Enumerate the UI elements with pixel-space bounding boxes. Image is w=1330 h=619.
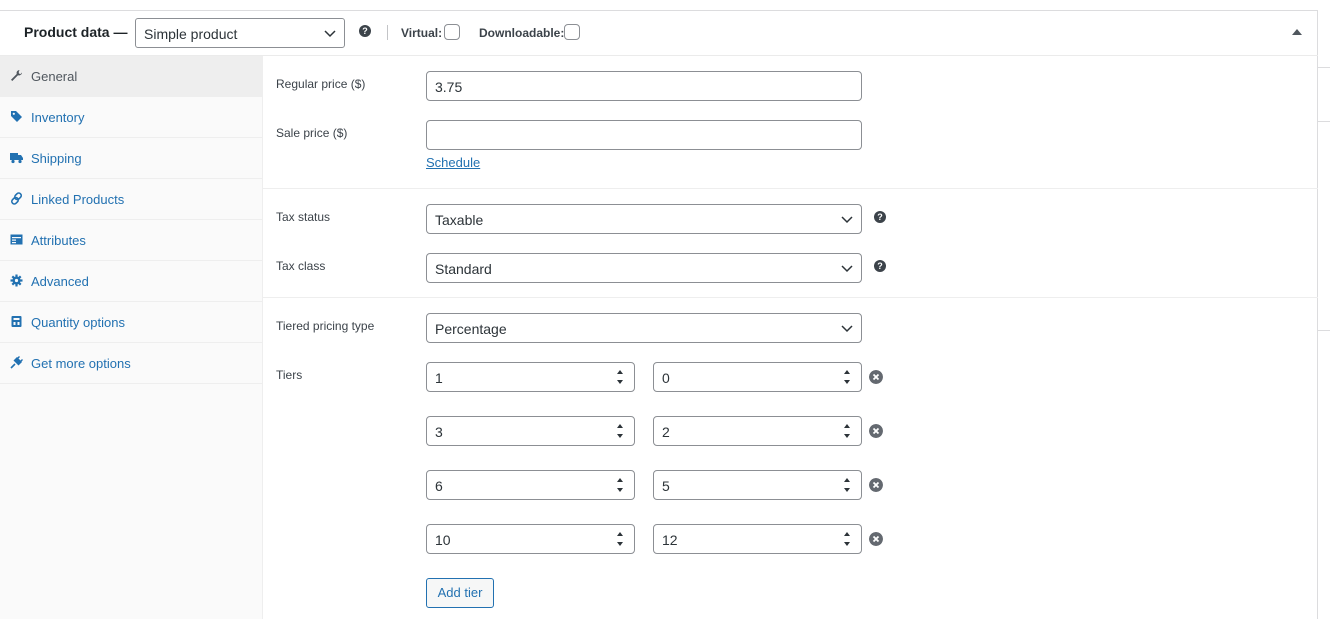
tier-quantity-input[interactable]: 6	[426, 470, 635, 500]
tier-discount-input[interactable]: 2	[653, 416, 862, 446]
tier-quantity-value: 10	[435, 532, 451, 548]
regular-price-value: 3.75	[435, 79, 463, 95]
add-tier-button[interactable]: Add tier	[426, 578, 494, 608]
wrench-icon	[11, 70, 22, 81]
spinner-arrows-icon[interactable]	[841, 366, 853, 388]
collapse-arrow-icon[interactable]	[1292, 29, 1302, 35]
tier-discount-value: 2	[662, 424, 670, 440]
tax-status-select[interactable]: Taxable	[426, 204, 862, 234]
tab-advanced[interactable]: Advanced	[0, 261, 263, 302]
tab-linked-products-label: Linked Products	[31, 192, 125, 207]
tier-quantity-value: 3	[435, 424, 443, 440]
spinner-arrows-icon[interactable]	[614, 366, 626, 388]
tier-quantity-input[interactable]: 1	[426, 362, 635, 392]
tab-shipping-label: Shipping	[31, 151, 82, 166]
tag-icon	[11, 111, 22, 122]
tab-inventory-label: Inventory	[31, 110, 85, 125]
downloadable-label: Downloadable:	[479, 26, 565, 40]
product-data-header: Product data — Simple product ? Virtual:…	[0, 11, 1318, 56]
tab-get-more-options-label: Get more options	[31, 356, 131, 371]
tier-quantity-input[interactable]: 3	[426, 416, 635, 446]
tier-quantity-value: 6	[435, 478, 443, 494]
section-divider	[263, 188, 1318, 189]
downloadable-checkbox[interactable]	[564, 24, 580, 40]
regular-price-input[interactable]: 3.75	[426, 71, 862, 101]
tab-general-label: General	[31, 69, 78, 84]
virtual-checkbox[interactable]	[444, 24, 460, 40]
tax-class-select[interactable]: Standard	[426, 253, 862, 283]
tier-discount-value: 0	[662, 370, 670, 386]
tiered-pricing-type-value: Percentage	[435, 321, 507, 337]
virtual-label: Virtual:	[401, 26, 443, 40]
tab-shipping[interactable]: Shipping	[0, 138, 263, 179]
box-icon	[11, 316, 22, 327]
remove-tier-icon[interactable]	[869, 532, 883, 546]
product-type-select[interactable]: Simple product	[135, 18, 345, 48]
table-icon	[10, 234, 23, 245]
tab-quantity-options[interactable]: Quantity options	[0, 302, 263, 343]
tab-linked-products[interactable]: Linked Products	[0, 179, 263, 220]
tax-class-label: Tax class	[276, 259, 326, 273]
remove-tier-icon[interactable]	[869, 478, 883, 492]
tax-class-help-icon[interactable]: ?	[874, 260, 886, 272]
product-data-panel: Product data — Simple product ? Virtual:…	[0, 10, 1318, 619]
remove-tier-icon[interactable]	[869, 424, 883, 438]
tab-attributes-label: Attributes	[31, 233, 86, 248]
link-icon	[10, 192, 23, 205]
tab-general[interactable]: General	[0, 56, 263, 97]
help-icon[interactable]: ?	[359, 25, 371, 37]
sale-price-input[interactable]	[426, 120, 862, 150]
tier-discount-value: 5	[662, 478, 670, 494]
tax-status-help-icon[interactable]: ?	[874, 211, 886, 223]
tax-status-label: Tax status	[276, 210, 331, 224]
tier-discount-input[interactable]: 12	[653, 524, 862, 554]
tier-discount-input[interactable]: 5	[653, 470, 862, 500]
header-separator	[387, 25, 388, 40]
product-type-value: Simple product	[144, 26, 238, 42]
spinner-arrows-icon[interactable]	[841, 420, 853, 442]
tier-discount-value: 12	[662, 532, 678, 548]
spinner-arrows-icon[interactable]	[614, 420, 626, 442]
tier-quantity-input[interactable]: 10	[426, 524, 635, 554]
chevron-down-icon	[841, 325, 853, 333]
remove-tier-icon[interactable]	[869, 370, 883, 384]
tiered-pricing-type-label: Tiered pricing type	[276, 319, 375, 333]
outer-divider	[1318, 67, 1330, 68]
product-data-title: Product data —	[24, 24, 128, 40]
tiered-pricing-type-select[interactable]: Percentage	[426, 313, 862, 343]
outer-divider	[1318, 330, 1330, 331]
plugin-icon	[10, 356, 23, 369]
tab-attributes[interactable]: Attributes	[0, 220, 263, 261]
tax-status-value: Taxable	[435, 212, 484, 228]
truck-icon	[10, 153, 23, 164]
sale-price-label: Sale price ($)	[276, 126, 348, 140]
spinner-arrows-icon[interactable]	[841, 528, 853, 550]
tax-class-value: Standard	[435, 261, 492, 277]
tiers-label: Tiers	[276, 368, 303, 382]
chevron-down-icon	[841, 265, 853, 273]
tier-discount-input[interactable]: 0	[653, 362, 862, 392]
tier-quantity-value: 1	[435, 370, 443, 386]
tab-quantity-options-label: Quantity options	[31, 315, 125, 330]
product-data-tabs: General Inventory Shipping Linked Produc…	[0, 56, 263, 619]
spinner-arrows-icon[interactable]	[614, 474, 626, 496]
gear-icon	[10, 274, 23, 287]
section-divider	[263, 297, 1318, 298]
chevron-down-icon	[324, 30, 336, 38]
outer-divider	[1318, 121, 1330, 122]
spinner-arrows-icon[interactable]	[841, 474, 853, 496]
regular-price-label: Regular price ($)	[276, 77, 366, 91]
schedule-link[interactable]: Schedule	[426, 155, 480, 170]
tab-advanced-label: Advanced	[31, 274, 89, 289]
tab-get-more-options[interactable]: Get more options	[0, 343, 263, 384]
spinner-arrows-icon[interactable]	[614, 528, 626, 550]
tab-inventory[interactable]: Inventory	[0, 97, 263, 138]
chevron-down-icon	[841, 216, 853, 224]
